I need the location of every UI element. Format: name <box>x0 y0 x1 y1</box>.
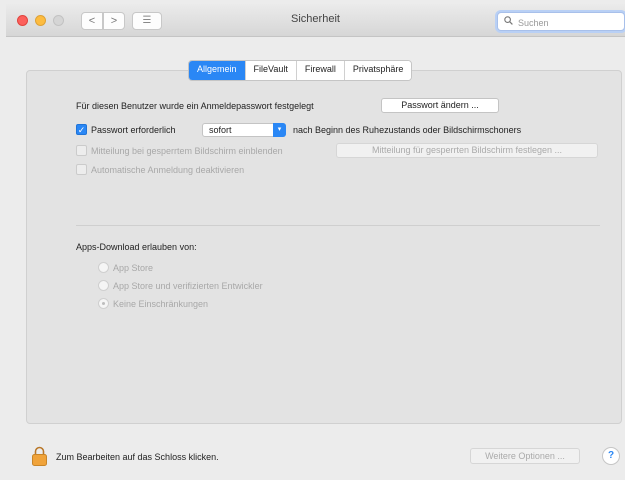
security-window: < > ☰ Sicherheit Allgemein FileVault Fir… <box>6 4 625 480</box>
radio-no-restrictions-label: Keine Einschränkungen <box>113 299 209 309</box>
lock-message-checkbox[interactable] <box>76 145 87 156</box>
select-stepper-icon: ▾ <box>273 123 286 137</box>
require-password-select[interactable]: sofort ▾ <box>202 123 286 137</box>
radio-app-store[interactable] <box>98 262 109 273</box>
downloads-heading: Apps-Download erlauben von: <box>76 242 197 252</box>
change-password-button[interactable]: Passwort ändern ... <box>381 98 499 113</box>
auto-login-label: Automatische Anmeldung deaktivieren <box>91 165 245 175</box>
search-icon <box>504 16 513 28</box>
lock-message-label: Mitteilung bei gesperrtem Bildschirm ein… <box>91 146 283 156</box>
search-input[interactable] <box>516 15 620 30</box>
lock-hint-text: Zum Bearbeiten auf das Schloss klicken. <box>56 452 219 462</box>
section-divider <box>76 225 600 226</box>
help-button[interactable]: ? <box>602 447 620 465</box>
radio-app-store-label: App Store <box>113 263 154 273</box>
tab-firewall[interactable]: Firewall <box>295 61 344 80</box>
help-icon: ? <box>607 450 615 461</box>
lock-icon[interactable] <box>32 446 47 466</box>
auto-login-checkbox[interactable] <box>76 164 87 175</box>
password-set-label: Für diesen Benutzer wurde ein Anmeldepas… <box>76 101 314 111</box>
require-password-label: Passwort erforderlich <box>91 125 176 135</box>
require-password-select-value: sofort <box>209 125 232 135</box>
require-password-checkbox[interactable]: ✓ <box>76 124 87 135</box>
set-lock-message-button[interactable]: Mitteilung für gesperrten Bildschirm fes… <box>336 143 598 158</box>
require-password-suffix: nach Beginn des Ruhezustands oder Bildsc… <box>293 125 522 135</box>
tab-bar: Allgemein FileVault Firewall Privatsphär… <box>188 60 413 81</box>
radio-app-store-verified[interactable] <box>98 280 109 291</box>
radio-app-store-verified-label: App Store und verifizierten Entwickler <box>113 281 263 291</box>
tab-privatsphaere[interactable]: Privatsphäre <box>343 61 412 80</box>
search-field[interactable] <box>497 12 625 31</box>
tab-filevault[interactable]: FileVault <box>244 61 296 80</box>
tab-allgemein[interactable]: Allgemein <box>189 61 245 80</box>
advanced-options-button[interactable]: Weitere Optionen ... <box>470 448 580 464</box>
radio-no-restrictions[interactable] <box>98 298 109 309</box>
title-bar: < > ☰ Sicherheit <box>6 4 625 37</box>
